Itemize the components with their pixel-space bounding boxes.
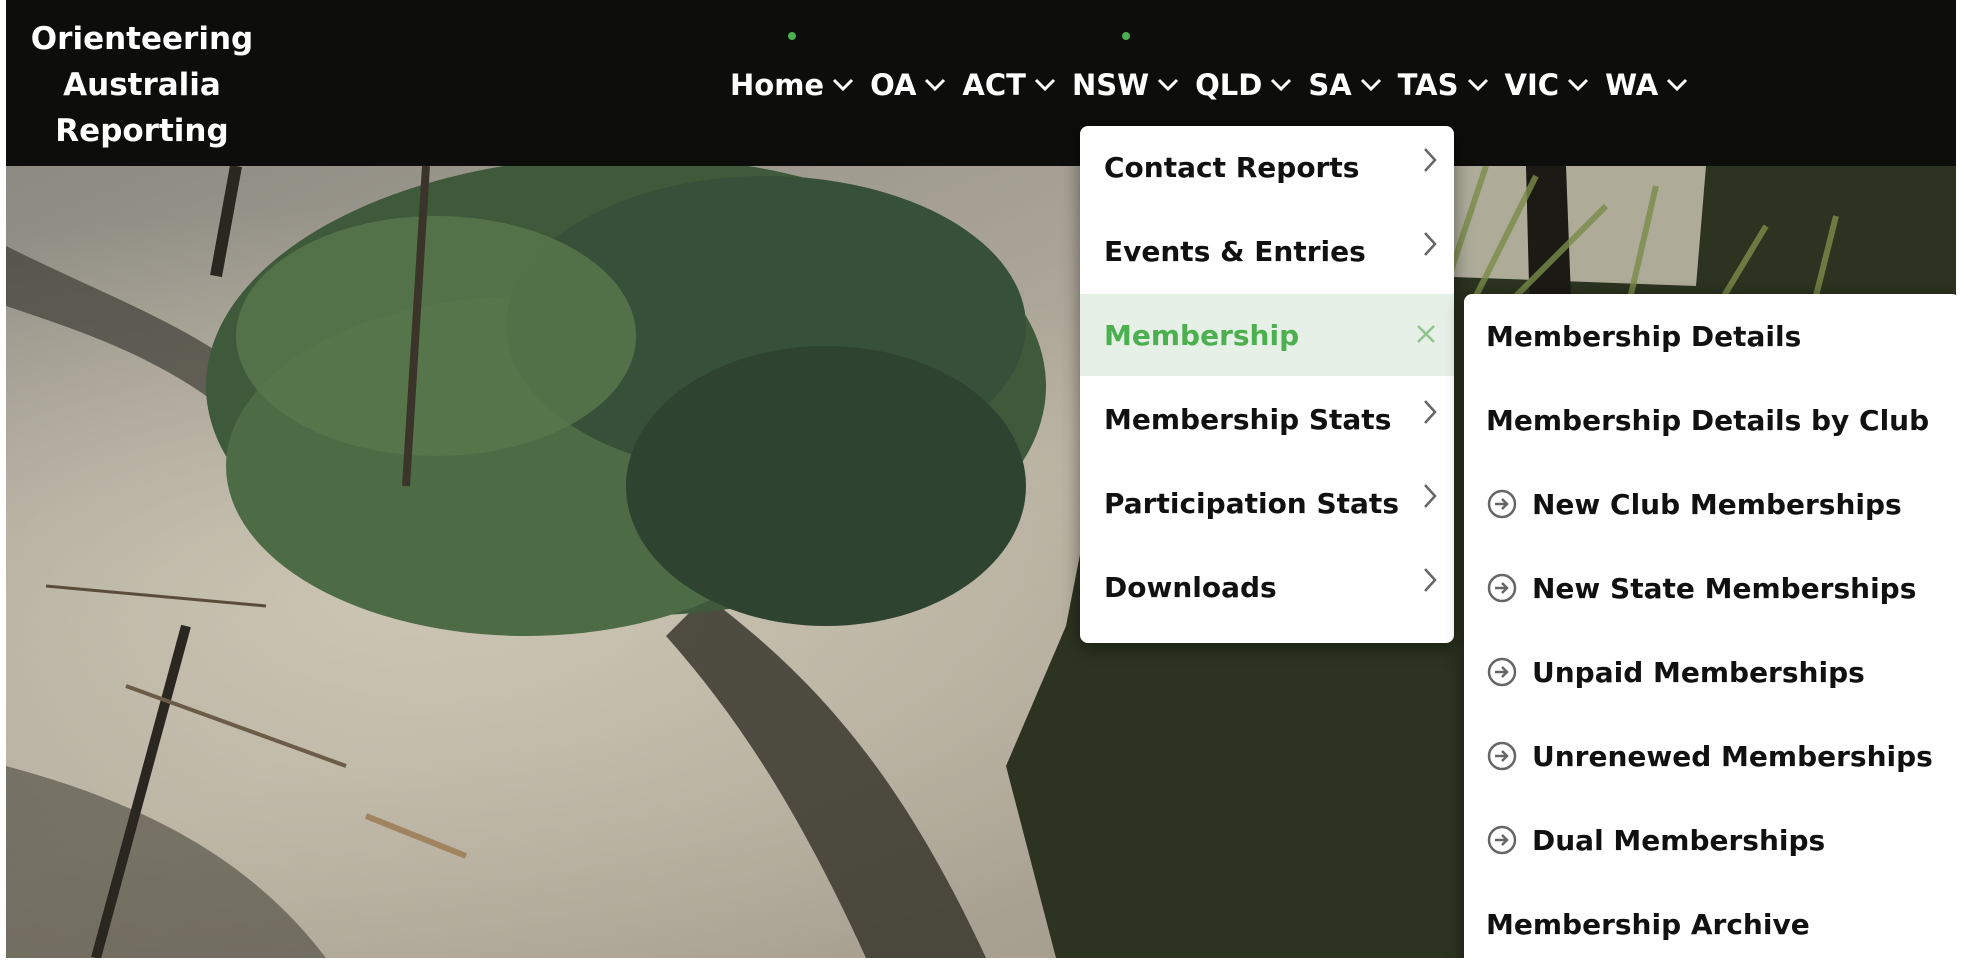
menu-item-participation-stats[interactable]: Participation Stats bbox=[1080, 462, 1454, 544]
menu-item-membership-stats[interactable]: Membership Stats bbox=[1080, 378, 1454, 460]
site-logo[interactable]: Orienteering Australia Reporting bbox=[24, 16, 260, 154]
nav-item-label: SA bbox=[1308, 68, 1352, 102]
nav-item-tas[interactable]: TAS bbox=[1398, 62, 1489, 108]
nav-item-vic[interactable]: VIC bbox=[1505, 62, 1590, 108]
top-navbar: Orienteering Australia Reporting Home OA… bbox=[6, 0, 1956, 166]
chevron-down-icon bbox=[1667, 78, 1688, 92]
nav-item-nsw[interactable]: NSW bbox=[1071, 32, 1179, 108]
logo-line-3: Reporting bbox=[55, 113, 229, 149]
membership-submenu: Membership Details Membership Details by… bbox=[1464, 294, 1956, 958]
submenu-item-label: Unrenewed Memberships bbox=[1532, 739, 1933, 773]
circle-arrow-right-icon bbox=[1487, 657, 1517, 687]
chevron-down-icon bbox=[1360, 78, 1381, 92]
nav-item-qld[interactable]: QLD bbox=[1195, 62, 1292, 108]
chevron-right-icon bbox=[1424, 148, 1437, 172]
submenu-item-label: New Club Memberships bbox=[1532, 487, 1902, 521]
submenu-item-label: New State Memberships bbox=[1532, 571, 1917, 605]
menu-item-membership[interactable]: Membership bbox=[1080, 294, 1454, 376]
active-indicator-dot bbox=[1121, 32, 1130, 40]
menu-item-downloads[interactable]: Downloads bbox=[1080, 546, 1454, 628]
submenu-item-label: Membership Details by Club bbox=[1486, 403, 1930, 437]
menu-item-events-entries[interactable]: Events & Entries bbox=[1080, 210, 1454, 292]
submenu-item-new-state-memberships[interactable]: New State Memberships bbox=[1464, 546, 1956, 630]
chevron-down-icon bbox=[833, 78, 854, 92]
circle-arrow-right-icon bbox=[1487, 489, 1517, 519]
nav-item-act[interactable]: ACT bbox=[962, 62, 1056, 108]
menu-item-label: Participation Stats bbox=[1104, 486, 1399, 520]
close-icon[interactable] bbox=[1414, 322, 1438, 346]
submenu-item-dual-memberships[interactable]: Dual Memberships bbox=[1464, 798, 1956, 882]
chevron-right-icon bbox=[1424, 484, 1437, 508]
circle-arrow-right-icon bbox=[1487, 573, 1517, 603]
menu-item-label: Membership Stats bbox=[1104, 402, 1392, 436]
chevron-right-icon bbox=[1424, 568, 1437, 592]
submenu-item-unrenewed-memberships[interactable]: Unrenewed Memberships bbox=[1464, 714, 1956, 798]
circle-arrow-right-icon bbox=[1487, 741, 1517, 771]
chevron-right-icon bbox=[1424, 232, 1437, 256]
page-frame: Orienteering Australia Reporting Home OA… bbox=[6, 0, 1956, 958]
nsw-dropdown-menu: Contact Reports Events & Entries Members… bbox=[1080, 126, 1454, 643]
nav-item-wa[interactable]: WA bbox=[1605, 62, 1688, 108]
main-nav: Home OA ACT NSW QLD SA TAS VIC WA bbox=[730, 32, 1704, 108]
menu-item-label: Membership bbox=[1104, 318, 1300, 352]
nav-item-label: VIC bbox=[1504, 68, 1560, 102]
submenu-item-label: Membership Archive bbox=[1486, 907, 1810, 941]
nav-item-sa[interactable]: SA bbox=[1308, 62, 1381, 108]
nav-item-label: QLD bbox=[1195, 68, 1263, 102]
submenu-item-membership-archive[interactable]: Membership Archive bbox=[1464, 882, 1956, 958]
chevron-down-icon bbox=[1158, 78, 1179, 92]
nav-item-label: WA bbox=[1605, 68, 1659, 102]
menu-item-label: Downloads bbox=[1104, 570, 1277, 604]
nav-item-home[interactable]: Home bbox=[730, 32, 854, 108]
chevron-down-icon bbox=[1568, 78, 1589, 92]
chevron-down-icon bbox=[925, 78, 946, 92]
nav-item-label: ACT bbox=[962, 68, 1026, 102]
menu-item-label: Contact Reports bbox=[1104, 150, 1360, 184]
active-indicator-dot bbox=[788, 32, 797, 40]
nav-item-label: OA bbox=[870, 68, 917, 102]
submenu-item-label: Dual Memberships bbox=[1532, 823, 1826, 857]
nav-item-label: TAS bbox=[1397, 68, 1459, 102]
chevron-right-icon bbox=[1424, 400, 1437, 424]
chevron-down-icon bbox=[1271, 78, 1292, 92]
nav-item-label: Home bbox=[730, 68, 825, 102]
menu-item-label: Events & Entries bbox=[1104, 234, 1366, 268]
circle-arrow-right-icon bbox=[1487, 825, 1517, 855]
submenu-item-membership-details-by-club[interactable]: Membership Details by Club bbox=[1464, 378, 1956, 462]
nav-item-label: NSW bbox=[1071, 68, 1150, 102]
submenu-item-unpaid-memberships[interactable]: Unpaid Memberships bbox=[1464, 630, 1956, 714]
submenu-item-label: Unpaid Memberships bbox=[1532, 655, 1865, 689]
submenu-item-new-club-memberships[interactable]: New Club Memberships bbox=[1464, 462, 1956, 546]
chevron-down-icon bbox=[1467, 78, 1488, 92]
menu-item-contact-reports[interactable]: Contact Reports bbox=[1080, 126, 1454, 208]
logo-line-1: Orienteering bbox=[30, 21, 254, 57]
chevron-down-icon bbox=[1034, 78, 1055, 92]
nav-item-oa[interactable]: OA bbox=[870, 62, 946, 108]
submenu-item-label: Membership Details bbox=[1486, 319, 1802, 353]
logo-line-2: Australia bbox=[63, 67, 221, 103]
submenu-item-membership-details[interactable]: Membership Details bbox=[1464, 294, 1956, 378]
